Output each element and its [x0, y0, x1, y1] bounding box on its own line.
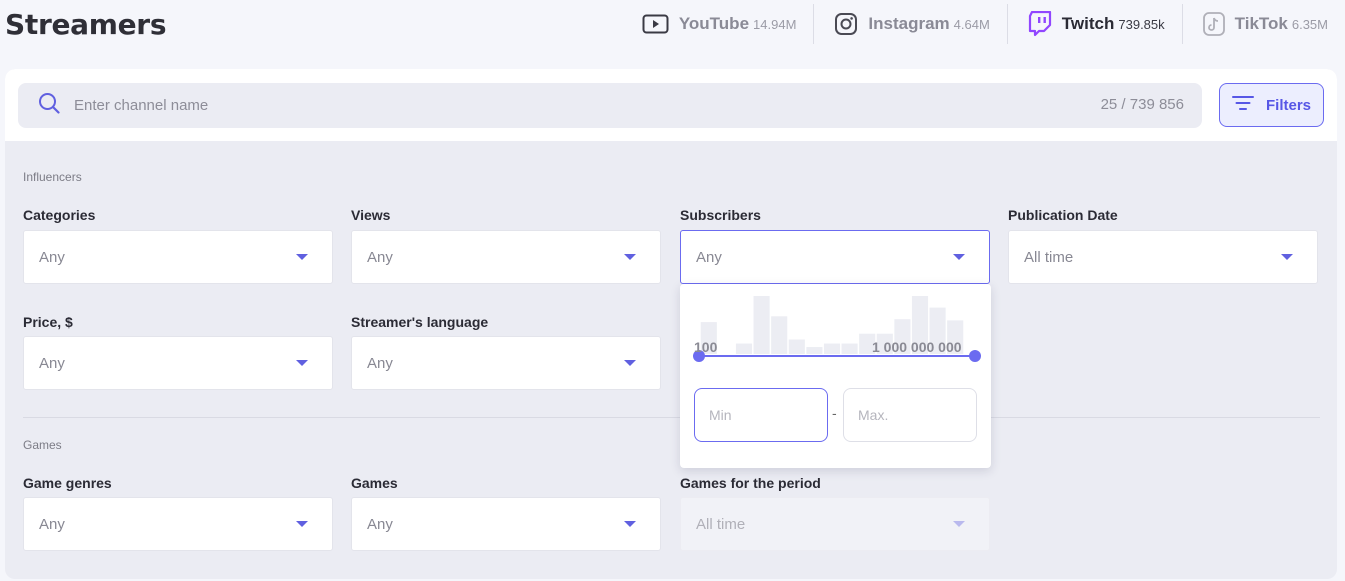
games-period-label: Games for the period [680, 475, 821, 491]
chevron-down-icon [953, 521, 965, 527]
max-subscribers-input[interactable] [858, 407, 968, 423]
platform-tab-twitch[interactable]: Twitch 739.85k [1006, 4, 1182, 44]
views-label: Views [351, 207, 391, 223]
chevron-down-icon [953, 254, 965, 260]
tiktok-icon [1202, 12, 1225, 36]
platform-count: 6.35M [1291, 16, 1328, 32]
chevron-down-icon [296, 254, 308, 260]
games-label: Games [351, 475, 398, 491]
channel-search-input[interactable] [74, 97, 974, 114]
youtube-icon [642, 14, 669, 34]
categories-label: Categories [23, 207, 96, 223]
select-value: Any [39, 248, 65, 266]
section-divider [23, 417, 1320, 418]
select-value: Any [367, 354, 393, 372]
filter-panel: 25 / 739 856 Filters Influencers Categor… [5, 69, 1337, 579]
chevron-down-icon [296, 360, 308, 366]
platform-count: 4.64M [953, 16, 990, 32]
chevron-down-icon [624, 521, 636, 527]
platform-name: YouTube [678, 14, 750, 33]
games-period-select: All time [680, 497, 990, 551]
search-icon[interactable] [38, 92, 60, 119]
chevron-down-icon [1281, 254, 1293, 260]
search-box: 25 / 739 856 [18, 83, 1202, 128]
select-value: Any [367, 248, 393, 266]
range-min-label: 100 [694, 339, 718, 355]
section-label-influencers: Influencers [23, 170, 82, 184]
histogram-bar [788, 339, 805, 354]
twitch-icon [1028, 11, 1052, 37]
publication-date-label: Publication Date [1008, 207, 1118, 223]
range-slider-track[interactable] [698, 355, 974, 357]
instagram-icon [834, 12, 858, 36]
histogram-bar [771, 316, 788, 354]
subscribers-label: Subscribers [680, 207, 761, 223]
results-counter: 25 / 739 856 [1100, 96, 1184, 113]
game-genres-label: Game genres [23, 475, 112, 491]
filters-button-label: Filters [1265, 96, 1311, 114]
max-input-wrapper [843, 388, 977, 442]
game-genres-select[interactable]: Any [23, 497, 333, 551]
platform-tabs: YouTube 14.94M Instagram 4.64M Twitch 73… [622, 4, 1345, 44]
platform-tab-tiktok[interactable]: TikTok 6.35M [1181, 4, 1345, 44]
select-value: Any [367, 515, 393, 533]
page-title: Streamers [5, 8, 167, 41]
filter-icon [1231, 95, 1266, 115]
histogram-bar [823, 343, 841, 354]
select-value: All time [696, 515, 746, 533]
select-value: All time [1024, 248, 1074, 266]
platform-name: Twitch [1061, 14, 1115, 33]
publication-date-select[interactable]: All time [1008, 230, 1318, 284]
range-max-handle[interactable] [969, 350, 981, 362]
language-label: Streamer's language [351, 314, 489, 330]
chevron-down-icon [624, 360, 636, 366]
platform-count: 739.85k [1118, 16, 1165, 32]
select-value: Any [39, 354, 65, 372]
language-select[interactable]: Any [351, 336, 661, 390]
views-select[interactable]: Any [351, 230, 661, 284]
platform-tab-instagram[interactable]: Instagram 4.64M [813, 4, 1006, 44]
histogram-bar [753, 296, 770, 354]
price-label: Price, $ [23, 314, 73, 330]
platform-count: 14.94M [753, 16, 797, 32]
select-value: Any [39, 515, 65, 533]
chevron-down-icon [296, 521, 308, 527]
platform-tab-youtube[interactable]: YouTube 14.94M [622, 4, 814, 44]
range-separator: - [832, 405, 837, 421]
section-label-games: Games [23, 438, 62, 452]
platform-name: Instagram [868, 14, 950, 33]
platform-name: TikTok [1234, 14, 1288, 33]
select-value: Any [696, 248, 722, 266]
min-input-wrapper [694, 388, 828, 442]
filters-button[interactable]: Filters [1219, 83, 1324, 127]
games-select[interactable]: Any [351, 497, 661, 551]
search-bar: 25 / 739 856 Filters [5, 69, 1337, 141]
subscribers-range-popover: 100 1 000 000 000 - [680, 284, 991, 468]
subscribers-select[interactable]: Any [680, 230, 990, 284]
histogram-bar [806, 347, 823, 354]
categories-select[interactable]: Any [23, 230, 333, 284]
histogram-bar [841, 343, 858, 354]
range-max-label: 1 000 000 000 [872, 339, 962, 355]
price-select[interactable]: Any [23, 336, 333, 390]
min-subscribers-input[interactable] [709, 407, 819, 423]
chevron-down-icon [624, 254, 636, 260]
histogram-bar [735, 343, 753, 354]
